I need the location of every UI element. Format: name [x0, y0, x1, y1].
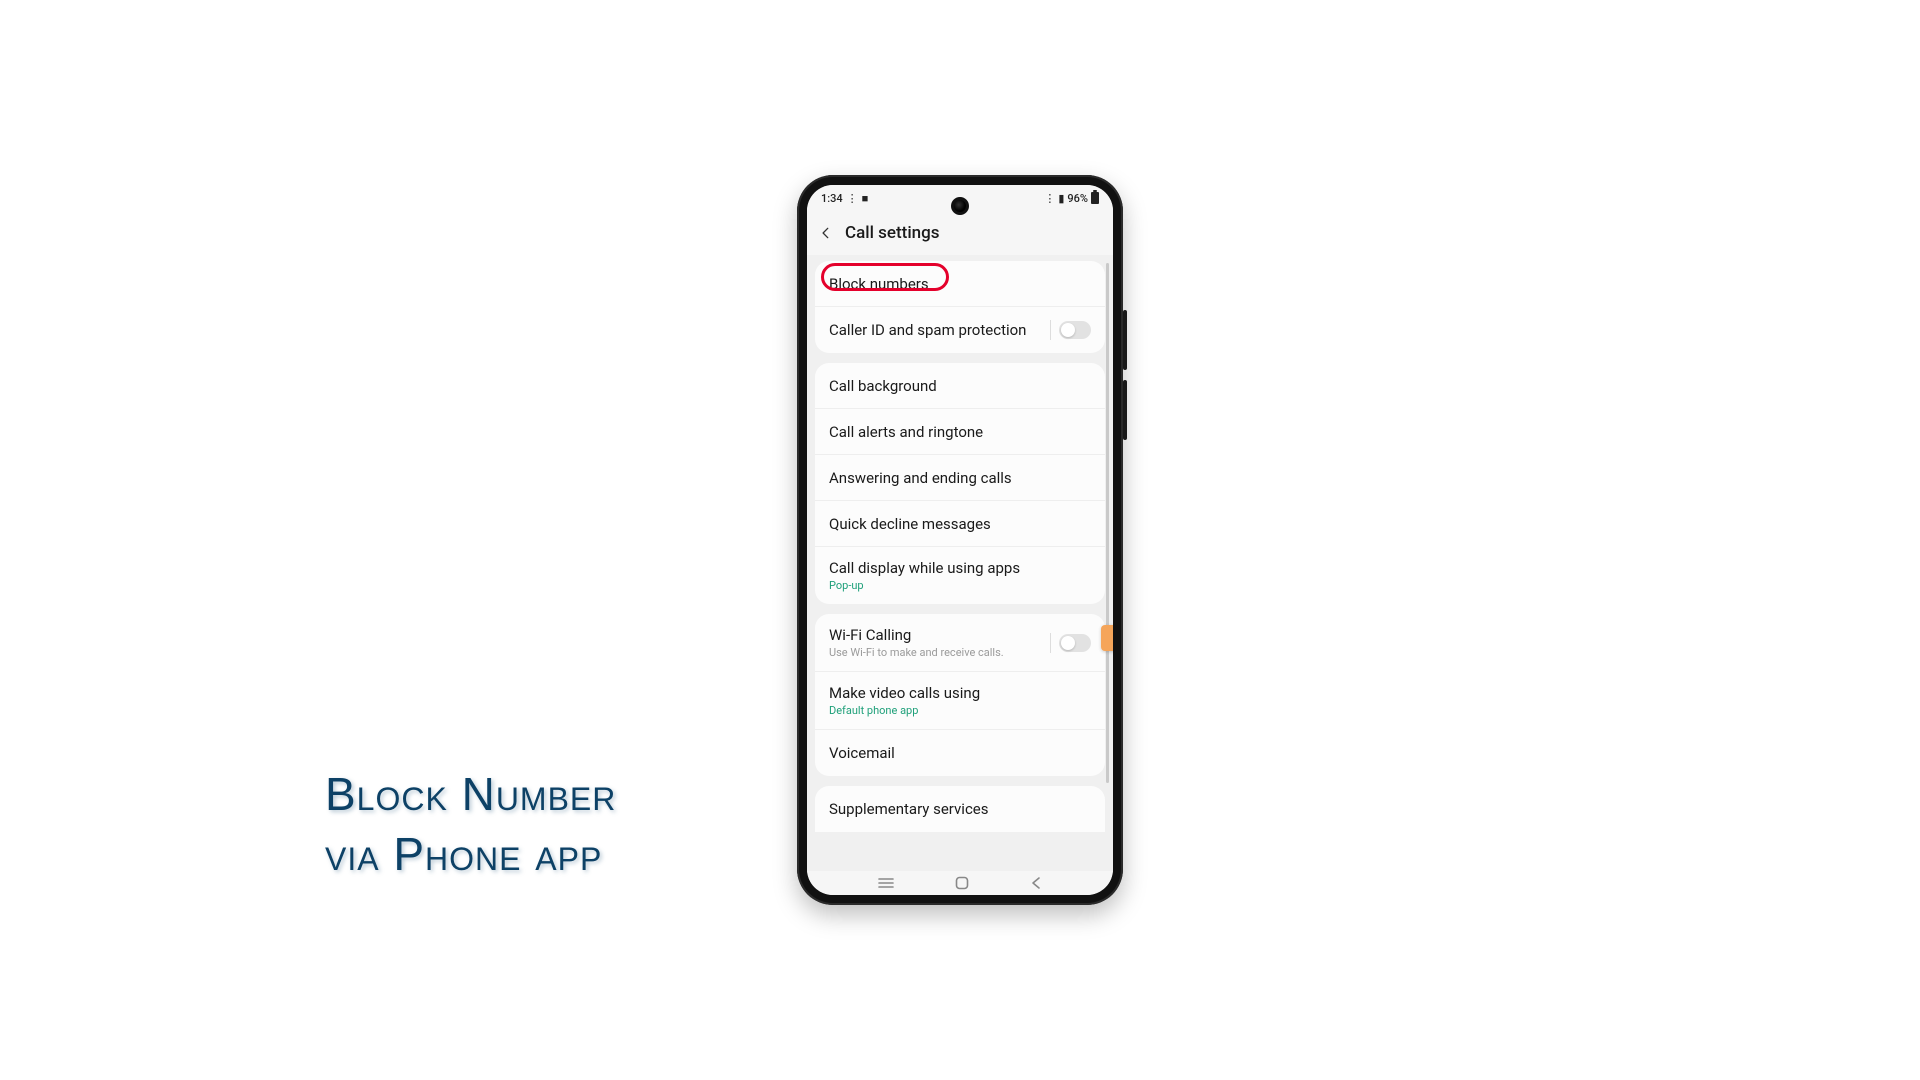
- nav-home-button[interactable]: [955, 876, 969, 890]
- back-button[interactable]: [817, 224, 835, 242]
- settings-group: Call background Call alerts and ringtone…: [815, 363, 1105, 604]
- page-title: Call settings: [845, 223, 940, 243]
- row-caller-id-spam[interactable]: Caller ID and spam protection: [815, 307, 1105, 353]
- row-title: Call alerts and ringtone: [829, 423, 983, 441]
- settings-group: Supplementary services: [815, 786, 1105, 832]
- row-title: Quick decline messages: [829, 515, 991, 533]
- row-answering-ending-calls[interactable]: Answering and ending calls: [815, 455, 1105, 501]
- battery-percentage: 96%: [1067, 192, 1088, 205]
- row-quick-decline-messages[interactable]: Quick decline messages: [815, 501, 1105, 547]
- row-title: Call display while using apps: [829, 559, 1020, 577]
- settings-content[interactable]: Block numbers Caller ID and spam protect…: [807, 255, 1113, 871]
- recents-icon: [878, 877, 894, 889]
- row-call-display-while-apps[interactable]: Call display while using apps Pop-up: [815, 547, 1105, 604]
- row-title: Supplementary services: [829, 800, 989, 818]
- settings-group: Wi-Fi Calling Use Wi-Fi to make and rece…: [815, 614, 1105, 776]
- phone-screen: 1:34 ⋮ ■ ⋮ ▮ 96% Call settings: [807, 185, 1113, 895]
- row-title: Answering and ending calls: [829, 469, 1012, 487]
- row-call-alerts-ringtone[interactable]: Call alerts and ringtone: [815, 409, 1105, 455]
- row-supplementary-services[interactable]: Supplementary services: [815, 786, 1105, 832]
- row-subtitle: Pop-up: [829, 579, 1020, 592]
- row-block-numbers[interactable]: Block numbers: [815, 261, 1105, 307]
- camera-hole-icon: [951, 197, 969, 215]
- battery-icon: [1091, 192, 1099, 204]
- phone-device-frame: 1:34 ⋮ ■ ⋮ ▮ 96% Call settings: [797, 175, 1123, 905]
- tutorial-caption: Block Number via Phone app: [325, 765, 616, 885]
- row-make-video-calls-using[interactable]: Make video calls using Default phone app: [815, 672, 1105, 730]
- toggle-divider: [1050, 320, 1051, 340]
- row-title: Wi-Fi Calling: [829, 626, 1004, 644]
- row-voicemail[interactable]: Voicemail: [815, 730, 1105, 776]
- row-wifi-calling[interactable]: Wi-Fi Calling Use Wi-Fi to make and rece…: [815, 614, 1105, 672]
- android-nav-bar: [807, 871, 1113, 895]
- row-title: Caller ID and spam protection: [829, 321, 1026, 339]
- row-title: Voicemail: [829, 744, 895, 762]
- nav-back-button[interactable]: [1030, 876, 1042, 890]
- caption-line-2: via Phone app: [325, 825, 616, 885]
- row-call-background[interactable]: Call background: [815, 363, 1105, 409]
- toggle-caller-id-spam[interactable]: [1059, 321, 1091, 339]
- status-recording-icon: ■: [862, 192, 869, 205]
- nav-recents-button[interactable]: [878, 877, 894, 889]
- wifi-icon: ⋮: [1044, 192, 1055, 205]
- floating-screen-recorder-icon[interactable]: [1101, 625, 1113, 651]
- chevron-left-icon: [1030, 876, 1042, 890]
- toggle-wifi-calling[interactable]: [1059, 634, 1091, 652]
- signal-icon: ▮: [1058, 192, 1064, 205]
- phone-side-button: [1123, 310, 1127, 370]
- row-title: Make video calls using: [829, 684, 980, 702]
- toggle-divider: [1050, 633, 1051, 653]
- row-title: Call background: [829, 377, 937, 395]
- row-subtitle: Default phone app: [829, 704, 980, 717]
- chevron-left-icon: [819, 226, 833, 240]
- phone-side-button-2: [1123, 380, 1127, 440]
- status-notification-icon: ⋮: [847, 192, 858, 205]
- row-subtitle: Use Wi-Fi to make and receive calls.: [829, 646, 1004, 659]
- settings-group: Block numbers Caller ID and spam protect…: [815, 261, 1105, 353]
- home-icon: [955, 876, 969, 890]
- scrollbar[interactable]: [1106, 263, 1109, 783]
- row-title: Block numbers: [829, 275, 929, 293]
- app-header: Call settings: [807, 211, 1113, 255]
- status-time: 1:34: [821, 192, 843, 205]
- caption-line-1: Block Number: [325, 765, 616, 825]
